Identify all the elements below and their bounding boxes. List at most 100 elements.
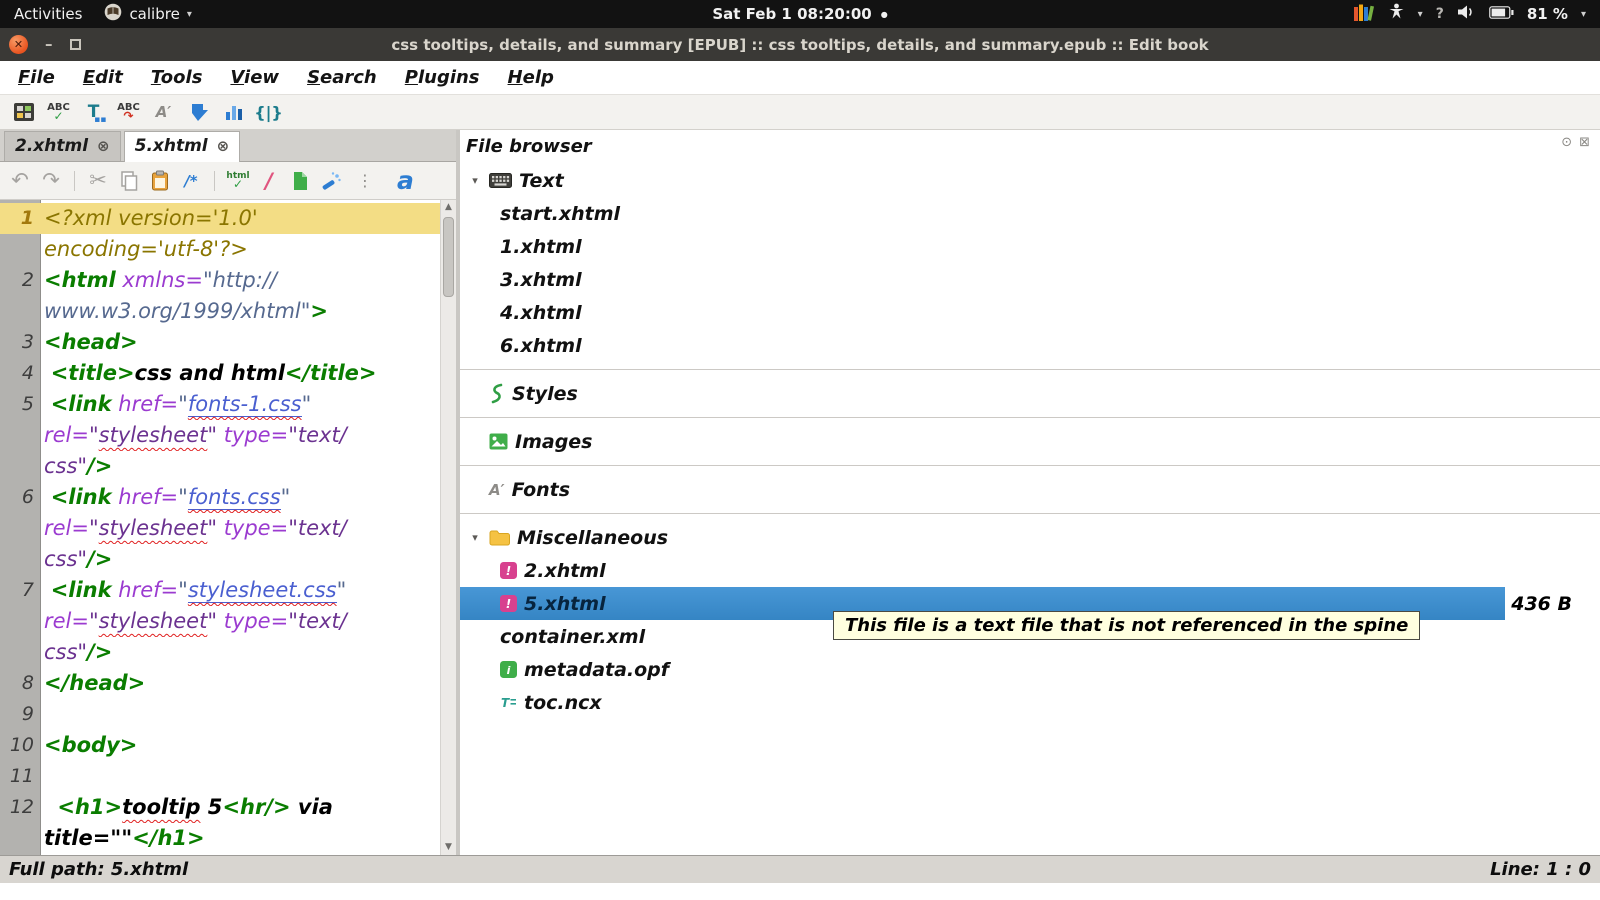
reports-icon[interactable] bbox=[220, 98, 247, 127]
code-visual-line[interactable]: 4 <title>css and html</title> bbox=[0, 358, 440, 389]
category-styles[interactable]: ▾Styles bbox=[460, 377, 1600, 410]
code-visual-line[interactable]: 10 <body> bbox=[0, 730, 440, 761]
close-icon[interactable]: ⊗ bbox=[217, 137, 230, 155]
accessibility-icon[interactable] bbox=[1388, 3, 1405, 25]
code-editor[interactable]: 1 <?xml version='1.0' encoding='utf-8'?> 2 <… bbox=[0, 200, 456, 855]
menu-tools[interactable]: Tools bbox=[137, 64, 217, 91]
item-label: 1.xhtml bbox=[500, 235, 582, 258]
menu-file[interactable]: File bbox=[4, 64, 69, 91]
menu-view[interactable]: View bbox=[216, 64, 293, 91]
file-item-6-xhtml[interactable]: 6.xhtml bbox=[460, 329, 1600, 362]
font-a-icon[interactable]: a bbox=[381, 166, 414, 195]
calibre-library-icon[interactable] bbox=[1353, 3, 1375, 26]
file-item-2-xhtml[interactable]: ! 2.xhtml bbox=[460, 554, 1600, 587]
code-visual-line[interactable]: rel="stylesheet" type="text/ bbox=[0, 606, 440, 637]
file-size: 436 B bbox=[1511, 592, 1572, 615]
file-item-3-xhtml[interactable]: 3.xhtml bbox=[460, 263, 1600, 296]
help-icon[interactable]: ? bbox=[1436, 6, 1444, 22]
window-restore-button[interactable] bbox=[69, 39, 81, 50]
line-number bbox=[0, 451, 41, 482]
code-visual-line[interactable]: 5 <link href="fonts-1.css" bbox=[0, 389, 440, 420]
code-visual-line[interactable]: encoding='utf-8'?> bbox=[0, 234, 440, 265]
braces-icon[interactable]: {|} bbox=[254, 98, 283, 127]
paste-icon[interactable] bbox=[148, 167, 172, 195]
redo-icon[interactable]: ↷ bbox=[39, 167, 63, 195]
expander-icon[interactable]: ▾ bbox=[468, 174, 482, 187]
menu-plugins[interactable]: Plugins bbox=[391, 64, 494, 91]
autofix-icon[interactable]: ABC ↷ bbox=[115, 98, 142, 127]
file-item-start-xhtml[interactable]: start.xhtml bbox=[460, 197, 1600, 230]
volume-icon[interactable] bbox=[1457, 4, 1476, 24]
snippets-icon[interactable]: T ▪▪ bbox=[80, 98, 107, 127]
tab-5-xhtml[interactable]: 5.xhtml ⊗ bbox=[123, 131, 241, 162]
panel-float-icon[interactable]: ⊙ bbox=[1561, 135, 1572, 150]
insert-file-icon[interactable] bbox=[288, 167, 312, 195]
menu-edit[interactable]: Edit bbox=[69, 64, 137, 91]
window-close-button[interactable]: ✕ bbox=[9, 35, 28, 54]
expander-icon[interactable]: ▾ bbox=[468, 531, 482, 544]
file-item-1-xhtml[interactable]: 1.xhtml bbox=[460, 230, 1600, 263]
code-visual-line[interactable]: 11 bbox=[0, 761, 440, 792]
code-visual-line[interactable]: 2 <html xmlns="http:// bbox=[0, 265, 440, 296]
pretty-print-icon[interactable] bbox=[319, 167, 343, 195]
tab-label: 5.xhtml bbox=[134, 136, 208, 156]
fonts-icon[interactable]: A′ bbox=[150, 98, 177, 127]
check-book-icon[interactable] bbox=[10, 98, 37, 127]
editor-tabbar: 2.xhtml ⊗ 5.xhtml ⊗ bbox=[0, 130, 456, 162]
code-visual-line[interactable]: css"/> bbox=[0, 544, 440, 575]
code-visual-line[interactable]: 6 <link href="fonts.css" bbox=[0, 482, 440, 513]
chevron-down-icon: ▾ bbox=[1417, 8, 1423, 20]
spellcheck-icon[interactable]: ABC ✓ bbox=[45, 98, 72, 127]
category-miscellaneous[interactable]: ▾ Miscellaneous bbox=[460, 521, 1600, 554]
line-number bbox=[0, 606, 41, 637]
code-visual-line[interactable]: 9 bbox=[0, 699, 440, 730]
scroll-up-icon[interactable]: ▲ bbox=[441, 200, 456, 215]
code-visual-line[interactable]: css"/> bbox=[0, 451, 440, 482]
editor-scrollbar[interactable]: ▲ ▼ bbox=[440, 200, 456, 855]
panel-close-icon[interactable]: ⊠ bbox=[1579, 135, 1590, 150]
comment-icon[interactable]: /* bbox=[179, 167, 203, 195]
code-visual-line[interactable]: www.w3.org/1999/xhtml"> bbox=[0, 296, 440, 327]
cut-icon[interactable]: ✂ bbox=[86, 167, 110, 195]
window-titlebar: ✕ – css tooltips, details, and summary [… bbox=[0, 28, 1600, 61]
chevron-down-icon[interactable]: ▾ bbox=[1581, 9, 1586, 20]
scrollbar-thumb[interactable] bbox=[443, 217, 454, 297]
category-images[interactable]: ▾Images bbox=[460, 425, 1600, 458]
app-menu[interactable]: calibre ▾ bbox=[104, 3, 192, 25]
code-visual-line[interactable]: 1 <?xml version='1.0' bbox=[0, 203, 440, 234]
code-visual-line[interactable]: 7 <link href="stylesheet.css" bbox=[0, 575, 440, 606]
close-icon[interactable]: ⊗ bbox=[97, 137, 110, 155]
file-item-metadata-opf[interactable]: i metadata.opf bbox=[460, 653, 1600, 686]
info-icon: i bbox=[500, 661, 517, 678]
undo-icon[interactable]: ↶ bbox=[8, 167, 32, 195]
item-label: Miscellaneous bbox=[517, 526, 669, 549]
beautify-icon[interactable] bbox=[185, 98, 212, 127]
copy-icon[interactable] bbox=[117, 167, 141, 195]
fix-html-icon[interactable]: html ✓ bbox=[226, 167, 250, 195]
item-label: metadata.opf bbox=[524, 658, 670, 681]
line-number: 3 bbox=[21, 331, 34, 353]
tab-2-xhtml[interactable]: 2.xhtml ⊗ bbox=[4, 131, 121, 161]
svg-text:i: i bbox=[507, 664, 511, 677]
slash-icon[interactable]: / bbox=[257, 167, 281, 195]
category-fonts[interactable]: ▾A′Fonts bbox=[460, 473, 1600, 506]
code-visual-line[interactable]: rel="stylesheet" type="text/ bbox=[0, 513, 440, 544]
file-item-4-xhtml[interactable]: 4.xhtml bbox=[460, 296, 1600, 329]
code-visual-line[interactable]: rel="stylesheet" type="text/ bbox=[0, 420, 440, 451]
code-visual-line[interactable]: css"/> bbox=[0, 637, 440, 668]
category-separator bbox=[460, 417, 1600, 418]
code-visual-line[interactable]: 12 <h1>tooltip 5<hr/> via bbox=[0, 792, 440, 823]
clock[interactable]: Sat Feb 1 08:20:00 ● bbox=[712, 5, 887, 23]
category-text[interactable]: ▾ Text bbox=[460, 164, 1600, 197]
spine-tooltip: This file is a text file that is not ref… bbox=[833, 611, 1421, 640]
overflow-icon[interactable]: ⋮ bbox=[350, 167, 374, 195]
scroll-down-icon[interactable]: ▼ bbox=[441, 840, 456, 855]
code-visual-line[interactable]: 8 </head> bbox=[0, 668, 440, 699]
window-minimize-button[interactable]: – bbox=[45, 37, 53, 52]
file-item-toc-ncx[interactable]: Ttoc.ncx bbox=[460, 686, 1600, 719]
menu-help[interactable]: Help bbox=[494, 64, 568, 91]
menu-search[interactable]: Search bbox=[293, 64, 391, 91]
activities-button[interactable]: Activities bbox=[14, 5, 82, 23]
code-visual-line[interactable]: title=""</h1> bbox=[0, 823, 440, 854]
code-visual-line[interactable]: 3 <head> bbox=[0, 327, 440, 358]
